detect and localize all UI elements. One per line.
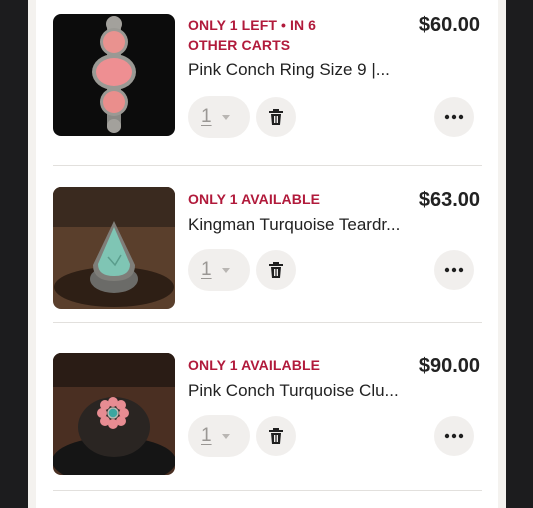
more-options-button[interactable] <box>434 416 474 456</box>
quantity-select[interactable]: 1 <box>188 249 250 291</box>
quantity-value: 1 <box>201 425 212 446</box>
product-title[interactable]: Kingman Turquoise Teardr... <box>188 215 408 235</box>
trash-icon <box>269 428 283 444</box>
divider <box>53 490 482 491</box>
quantity-value: 1 <box>201 106 212 127</box>
product-title[interactable]: Pink Conch Turquoise Clu... <box>188 381 408 401</box>
cart-panel: Only 1 left • in 6 other carts Pink Conc… <box>28 0 506 508</box>
availability-badge: Only 1 left • in 6 other carts <box>188 17 317 53</box>
turquoise-teardrop-ring-photo <box>53 187 175 309</box>
availability-badge: Only 1 available <box>188 357 321 373</box>
more-options-button[interactable] <box>434 97 474 137</box>
trash-icon <box>269 262 283 278</box>
availability-badge: Only 1 available <box>188 191 321 207</box>
quantity-select[interactable]: 1 <box>188 96 250 138</box>
remove-item-button[interactable] <box>256 250 296 290</box>
more-horizontal-icon <box>444 114 464 120</box>
more-horizontal-icon <box>444 267 464 273</box>
product-price: $60.00 <box>418 14 480 36</box>
product-title[interactable]: Pink Conch Ring Size 9 |... <box>188 60 408 80</box>
more-options-button[interactable] <box>434 250 474 290</box>
cart-item: Only 1 available Pink Conch Turquoise Cl… <box>36 323 498 491</box>
remove-item-button[interactable] <box>256 97 296 137</box>
remove-item-button[interactable] <box>256 416 296 456</box>
product-price: $63.00 <box>418 189 480 211</box>
quantity-select[interactable]: 1 <box>188 415 250 457</box>
chevron-down-icon <box>221 267 230 273</box>
cart-items-list: Only 1 left • in 6 other carts Pink Conc… <box>36 0 498 508</box>
product-price: $90.00 <box>418 355 480 377</box>
pink-conch-ring-photo <box>53 14 175 136</box>
cart-item: Only 1 left • in 6 other carts Pink Conc… <box>36 0 498 166</box>
product-image[interactable] <box>53 353 175 475</box>
pink-cluster-ring-photo <box>53 353 175 475</box>
more-horizontal-icon <box>444 433 464 439</box>
chevron-down-icon <box>221 114 230 120</box>
chevron-down-icon <box>221 433 230 439</box>
cart-item: Only 1 available Kingman Turquoise Teard… <box>36 157 498 323</box>
product-image[interactable] <box>53 187 175 309</box>
product-image[interactable] <box>53 14 175 136</box>
trash-icon <box>269 109 283 125</box>
quantity-value: 1 <box>201 259 212 280</box>
